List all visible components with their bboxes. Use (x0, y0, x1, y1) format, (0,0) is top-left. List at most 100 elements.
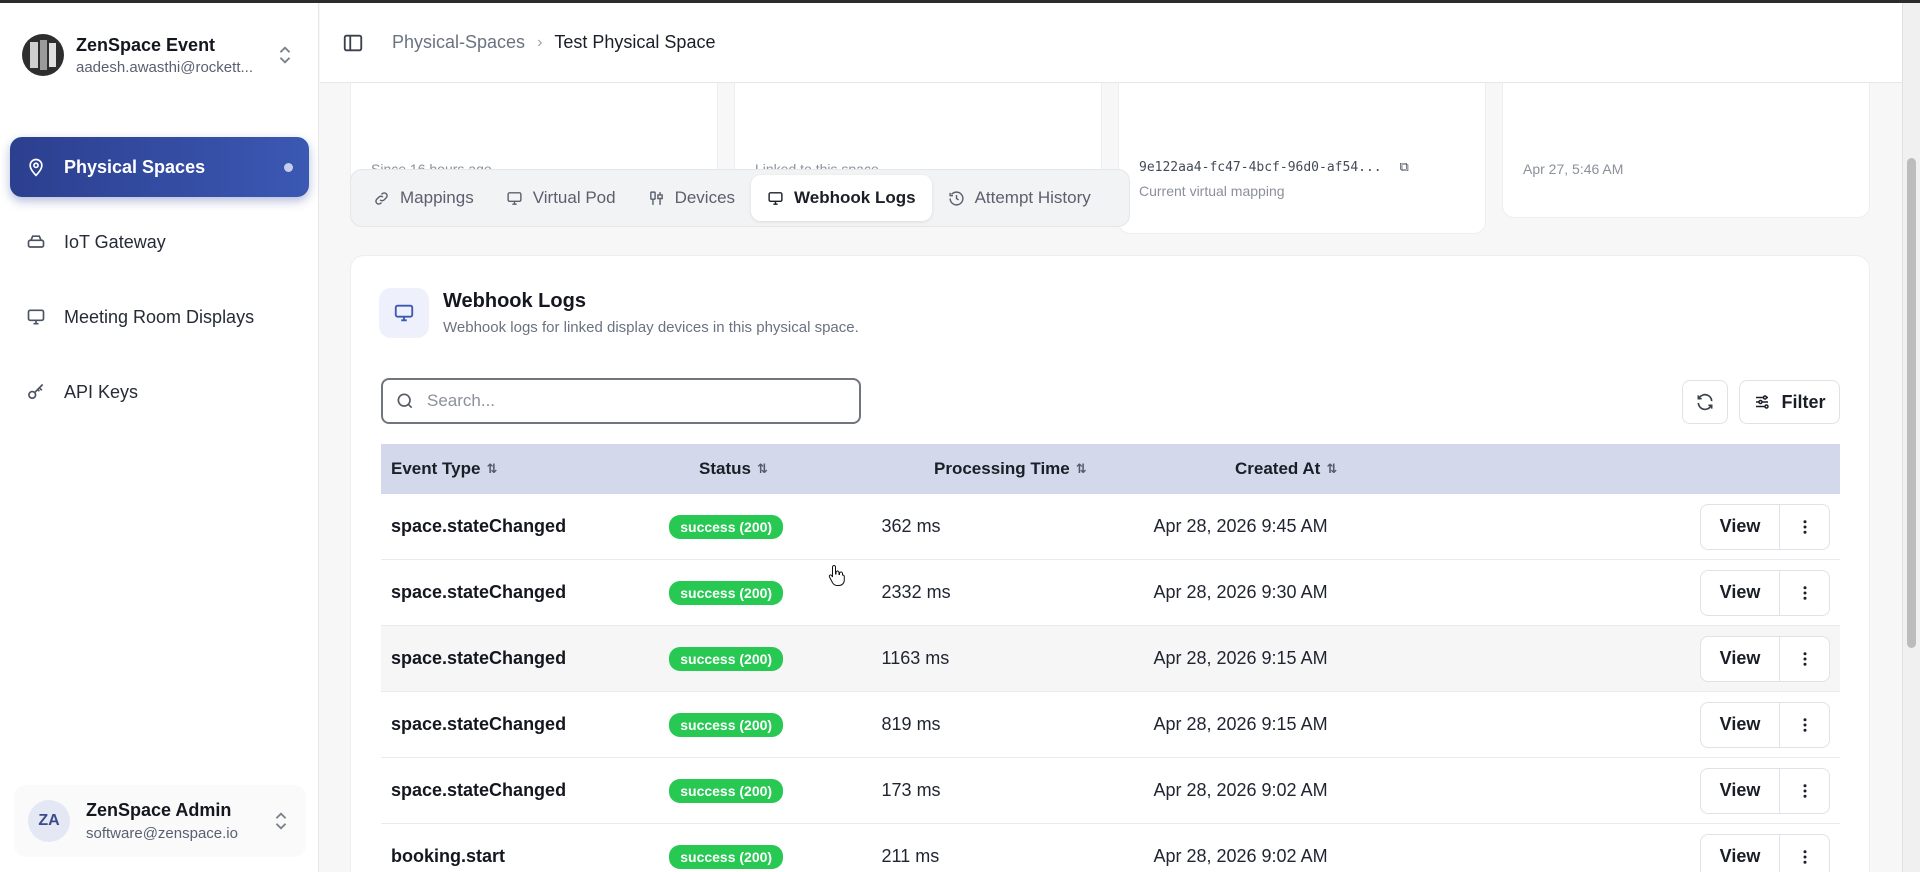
monitor-icon (767, 190, 784, 207)
user-email: software@zenspace.io (86, 825, 238, 842)
tab-label: Webhook Logs (794, 188, 916, 207)
tab-mappings[interactable]: Mappings (357, 175, 490, 221)
breadcrumb-current: Test Physical Space (554, 32, 716, 52)
sort-icon: ⇅ (1075, 461, 1087, 476)
tab-label: Mappings (400, 188, 474, 207)
tab-webhook-logs[interactable]: Webhook Logs (751, 175, 932, 221)
chevron-right-icon: › (537, 33, 543, 51)
breadcrumb: Physical-Spaces › Test Physical Space (392, 32, 715, 53)
cell-event-type: space.stateChanged (391, 582, 567, 602)
tab-attempt-history[interactable]: Attempt History (932, 175, 1107, 221)
user-name: ZenSpace Admin (86, 800, 232, 820)
more-options-button[interactable] (1780, 635, 1830, 682)
cell-created-at: Apr 28, 2026 9:45 AM (1153, 516, 1328, 536)
sidebar-item-physical-spaces[interactable]: Physical Spaces (10, 137, 309, 197)
history-icon (948, 190, 965, 207)
row-actions: View (1700, 635, 1830, 682)
user-menu[interactable]: ZA ZenSpace Admin software@zenspace.io (14, 785, 306, 857)
monitor-icon (379, 288, 429, 338)
status-badge: success (200) (669, 712, 784, 737)
sidebar-item-label: Meeting Room Displays (64, 306, 255, 327)
refresh-icon (1697, 393, 1713, 411)
cell-created-at: Apr 28, 2026 9:15 AM (1153, 714, 1328, 734)
more-options-button[interactable] (1780, 569, 1830, 616)
router-icon (26, 232, 46, 252)
active-indicator-dot (284, 162, 293, 172)
cell-processing-time: 2332 ms (881, 582, 951, 602)
sort-icon: ⇅ (756, 461, 768, 476)
copy-icon[interactable]: ⧉ (1399, 160, 1408, 175)
sort-icon: ⇅ (1326, 461, 1338, 476)
view-button[interactable]: View (1700, 701, 1780, 748)
sort-icon: ⇅ (486, 461, 498, 476)
monitor-icon (506, 190, 523, 207)
chevron-up-down-icon (275, 812, 287, 830)
user-text: ZenSpace Admin software@zenspace.io (86, 800, 270, 842)
panel-description: Webhook logs for linked display devices … (443, 319, 859, 336)
sidebar-item-label: Physical Spaces (64, 156, 206, 177)
filter-button[interactable]: Filter (1739, 380, 1840, 424)
vertical-scrollbar[interactable] (1902, 3, 1920, 872)
sidebar-item-api-keys[interactable]: API Keys (10, 362, 309, 422)
more-options-button[interactable] (1780, 701, 1830, 748)
sidebar: ZenSpace Event aadesh.awasthi@rockett...… (0, 3, 319, 872)
sidebar-toggle-icon[interactable] (342, 32, 364, 54)
column-header-status[interactable]: Status ⇅ (699, 459, 934, 479)
table-row: space.stateChanged success (200) 2332 ms… (381, 560, 1840, 626)
hand-cursor-icon (828, 564, 845, 586)
cell-processing-time: 819 ms (881, 714, 941, 734)
sidebar-nav: Physical Spaces IoT Gateway Meeting Room… (10, 137, 309, 437)
refresh-button[interactable] (1682, 380, 1728, 424)
stat-subtext: Apr 27, 5:46 AM (1523, 161, 1624, 177)
column-label: Processing Time (934, 459, 1070, 478)
more-vertical-icon (1803, 519, 1806, 534)
cell-status: success (200) (669, 844, 881, 869)
table-row: space.stateChanged success (200) 819 ms … (381, 692, 1840, 758)
status-badge: success (200) (669, 514, 784, 539)
org-logo (22, 34, 64, 76)
cell-event-type: space.stateChanged (391, 780, 567, 800)
more-options-button[interactable] (1780, 833, 1830, 872)
sidebar-item-iot-gateway[interactable]: IoT Gateway (10, 212, 309, 272)
view-button[interactable]: View (1700, 833, 1780, 872)
window-top-border (0, 0, 1920, 3)
scrollbar-thumb[interactable] (1907, 158, 1916, 648)
more-options-button[interactable] (1780, 503, 1830, 550)
sidebar-item-meeting-room-displays[interactable]: Meeting Room Displays (10, 287, 309, 347)
column-header-created-at[interactable]: Created At ⇅ (1235, 459, 1840, 479)
cell-created-at: Apr 28, 2026 9:02 AM (1153, 780, 1328, 800)
cell-event-type: space.stateChanged (391, 714, 567, 734)
stat-card: 9e122aa4-fc47-4bcf-96d0-af54... ⧉ Curren… (1118, 83, 1486, 234)
view-button[interactable]: View (1700, 767, 1780, 814)
map-pin-icon (26, 157, 46, 177)
breadcrumb-physical-spaces[interactable]: Physical-Spaces (392, 32, 525, 53)
stat-subtext: Current virtual mapping (1139, 183, 1285, 199)
status-badge: success (200) (669, 580, 784, 605)
row-actions: View (1700, 767, 1830, 814)
org-switcher[interactable]: ZenSpace Event aadesh.awasthi@rockett... (10, 21, 310, 89)
view-button[interactable]: View (1700, 503, 1780, 550)
view-button[interactable]: View (1700, 569, 1780, 616)
row-actions: View (1700, 503, 1830, 550)
tab-virtual-pod[interactable]: Virtual Pod (490, 175, 632, 221)
search-icon (397, 393, 413, 409)
column-label: Status (699, 459, 751, 478)
column-header-processing-time[interactable]: Processing Time ⇅ (934, 459, 1235, 479)
cell-created-at: Apr 28, 2026 9:15 AM (1153, 648, 1328, 668)
panel-title: Webhook Logs (443, 290, 586, 312)
search-input[interactable] (427, 391, 827, 411)
more-vertical-icon (1803, 783, 1806, 798)
cell-status: success (200) (669, 646, 881, 671)
sidebar-item-label: IoT Gateway (64, 231, 166, 252)
cell-processing-time: 173 ms (881, 780, 941, 800)
search-box[interactable] (381, 378, 861, 424)
column-header-event-type[interactable]: Event Type ⇅ (381, 459, 699, 479)
panel-header: Webhook Logs Webhook logs for linked dis… (379, 288, 859, 338)
tab-devices[interactable]: Devices (632, 175, 751, 221)
view-button[interactable]: View (1700, 635, 1780, 682)
more-options-button[interactable] (1780, 767, 1830, 814)
monitor-icon (26, 307, 46, 327)
chevron-up-down-icon (279, 46, 291, 64)
key-icon (26, 382, 46, 402)
sliders-icon (1753, 393, 1771, 411)
